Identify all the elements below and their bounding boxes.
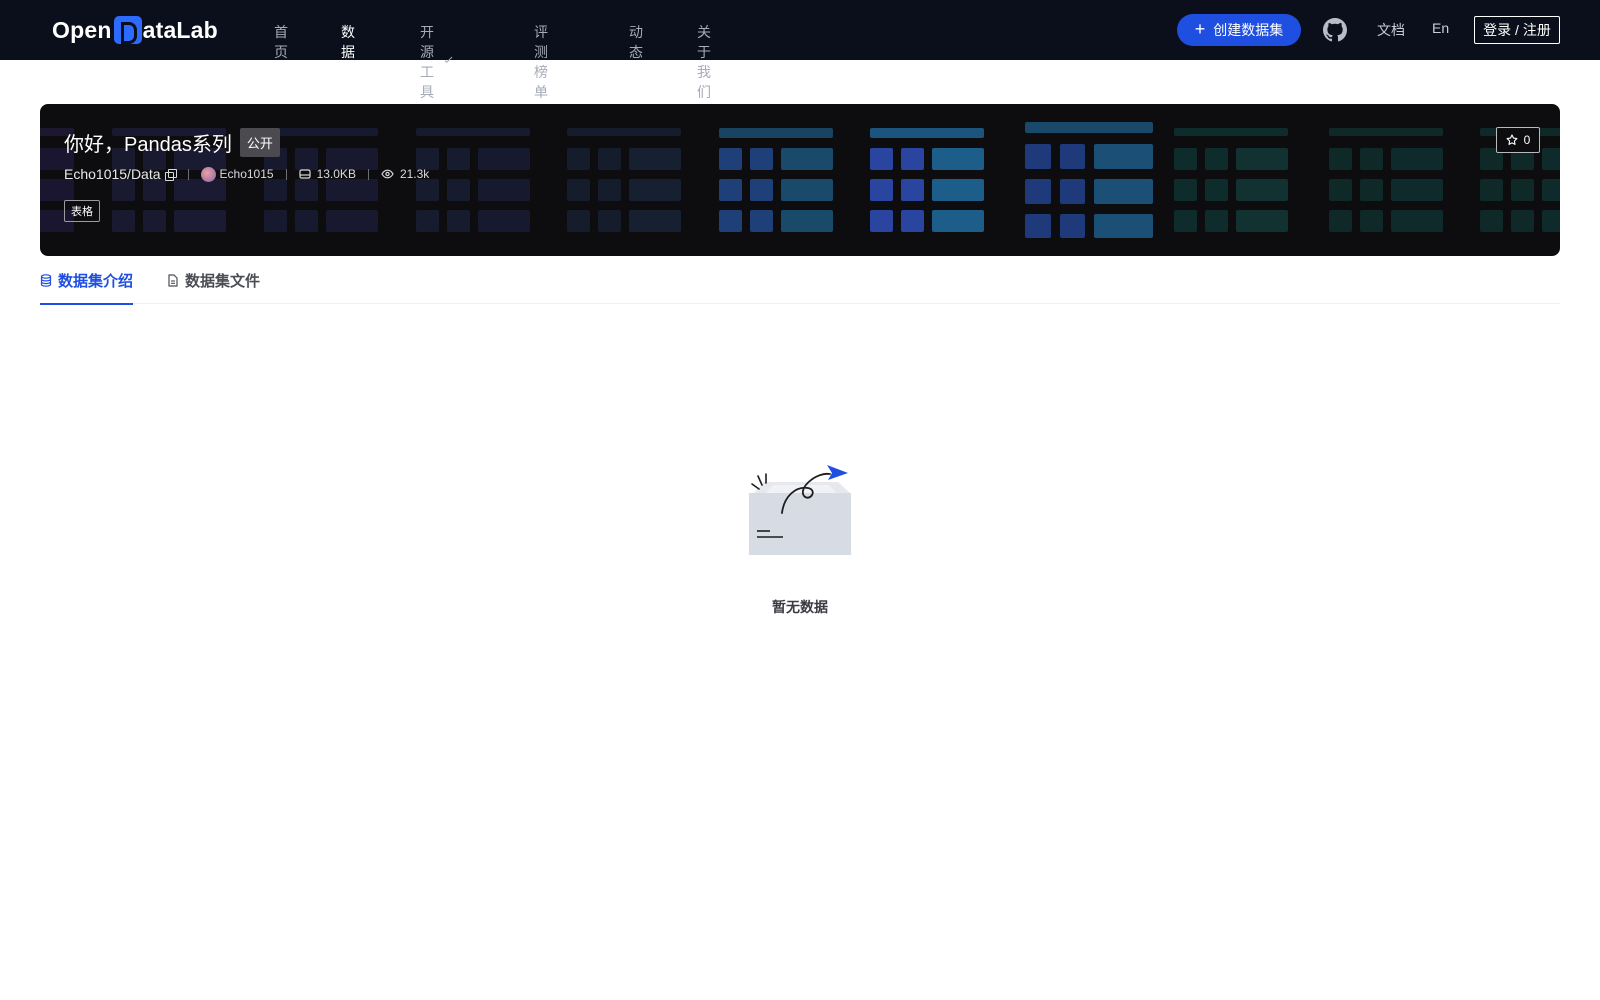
logo-d-mark — [113, 16, 142, 44]
meta-divider — [367, 168, 369, 180]
file-icon — [167, 273, 179, 287]
database-icon — [40, 273, 52, 287]
star-count: 0 — [1523, 133, 1531, 147]
plus-icon: + — [1194, 19, 1206, 39]
docs-link[interactable]: 文档 — [1377, 20, 1405, 40]
banner-grid-pattern — [416, 128, 530, 232]
nav-home[interactable]: 首页 — [274, 22, 288, 62]
nav-datasets-label: 数据集 — [341, 24, 355, 80]
nav-news[interactable]: 动态 — [629, 22, 643, 62]
opendatalab-logo[interactable]: Open ataLab — [52, 14, 218, 46]
banner-grid-pattern — [1329, 128, 1443, 232]
empty-state-text: 暂无数据 — [772, 599, 828, 615]
visibility-badge: 公开 — [239, 128, 280, 157]
eye-icon — [381, 168, 394, 180]
nav-news-label: 动态 — [629, 24, 643, 60]
avatar[interactable] — [200, 166, 216, 182]
copy-icon[interactable] — [164, 168, 177, 181]
chevron-down-icon — [444, 55, 453, 64]
nav-datasets[interactable]: 数据集 — [341, 22, 355, 82]
login-register-button[interactable]: 登录 / 注册 — [1474, 16, 1560, 44]
github-icon[interactable] — [1323, 18, 1347, 42]
dataset-path: Echo1015/Data — [64, 166, 161, 182]
dataset-banner: 你好，Pandas系列 公开 Echo1015/Data Echo1015 13… — [40, 104, 1560, 256]
create-dataset-label: 创建数据集 — [1213, 22, 1284, 38]
owner-name[interactable]: Echo1015 — [220, 167, 274, 181]
banner-grid-pattern — [870, 128, 984, 232]
banner-grid-pattern — [719, 128, 833, 232]
dataset-title-row: 你好，Pandas系列 公开 — [64, 128, 280, 157]
nav-about-label: 关于我们 — [697, 24, 711, 100]
logo-text-datalab: ataLab — [142, 16, 218, 43]
nav-about[interactable]: 关于我们 — [697, 22, 711, 102]
dataset-views: 21.3k — [399, 167, 430, 181]
tab-dataset-files-label: 数据集文件 — [185, 272, 261, 290]
banner-grid-pattern — [1025, 122, 1153, 239]
create-dataset-button[interactable]: + 创建数据集 — [1177, 14, 1301, 46]
nav-home-label: 首页 — [274, 24, 288, 60]
tab-dataset-files[interactable]: 数据集文件 — [167, 256, 260, 304]
logo-text-open: Open — [52, 16, 112, 43]
banner-grid-pattern — [567, 128, 681, 232]
dataset-tabs: 数据集介绍 数据集文件 — [40, 256, 1560, 305]
nav-leaderboard-label: 评测榜单 — [534, 24, 548, 100]
tab-dataset-intro[interactable]: 数据集介绍 — [40, 256, 134, 305]
nav-open-source-tools[interactable]: 开源工具 — [420, 22, 453, 102]
nav-tools-label: 开源工具 — [420, 24, 434, 100]
language-switch[interactable]: En — [1432, 20, 1449, 36]
star-icon — [1506, 134, 1518, 145]
dataset-title: 你好，Pandas系列 — [64, 134, 232, 156]
dataset-meta: Echo1015/Data Echo1015 13.0KB 21.3k — [64, 166, 429, 182]
star-button[interactable]: 0 — [1496, 127, 1540, 153]
top-navbar: Open ataLab 首页 数据集 开源工具 评测榜单 动态 关于我们 + 创… — [0, 0, 1600, 100]
tab-dataset-intro-label: 数据集介绍 — [58, 272, 134, 290]
storage-icon — [298, 168, 311, 180]
nav-leaderboard[interactable]: 评测榜单 — [534, 22, 548, 102]
meta-divider — [285, 168, 287, 180]
meta-divider — [187, 168, 189, 180]
dataset-tag[interactable]: 表格 — [64, 200, 100, 222]
banner-grid-pattern — [1174, 128, 1288, 232]
empty-box-illustration — [749, 465, 851, 555]
dataset-size: 13.0KB — [316, 167, 356, 181]
